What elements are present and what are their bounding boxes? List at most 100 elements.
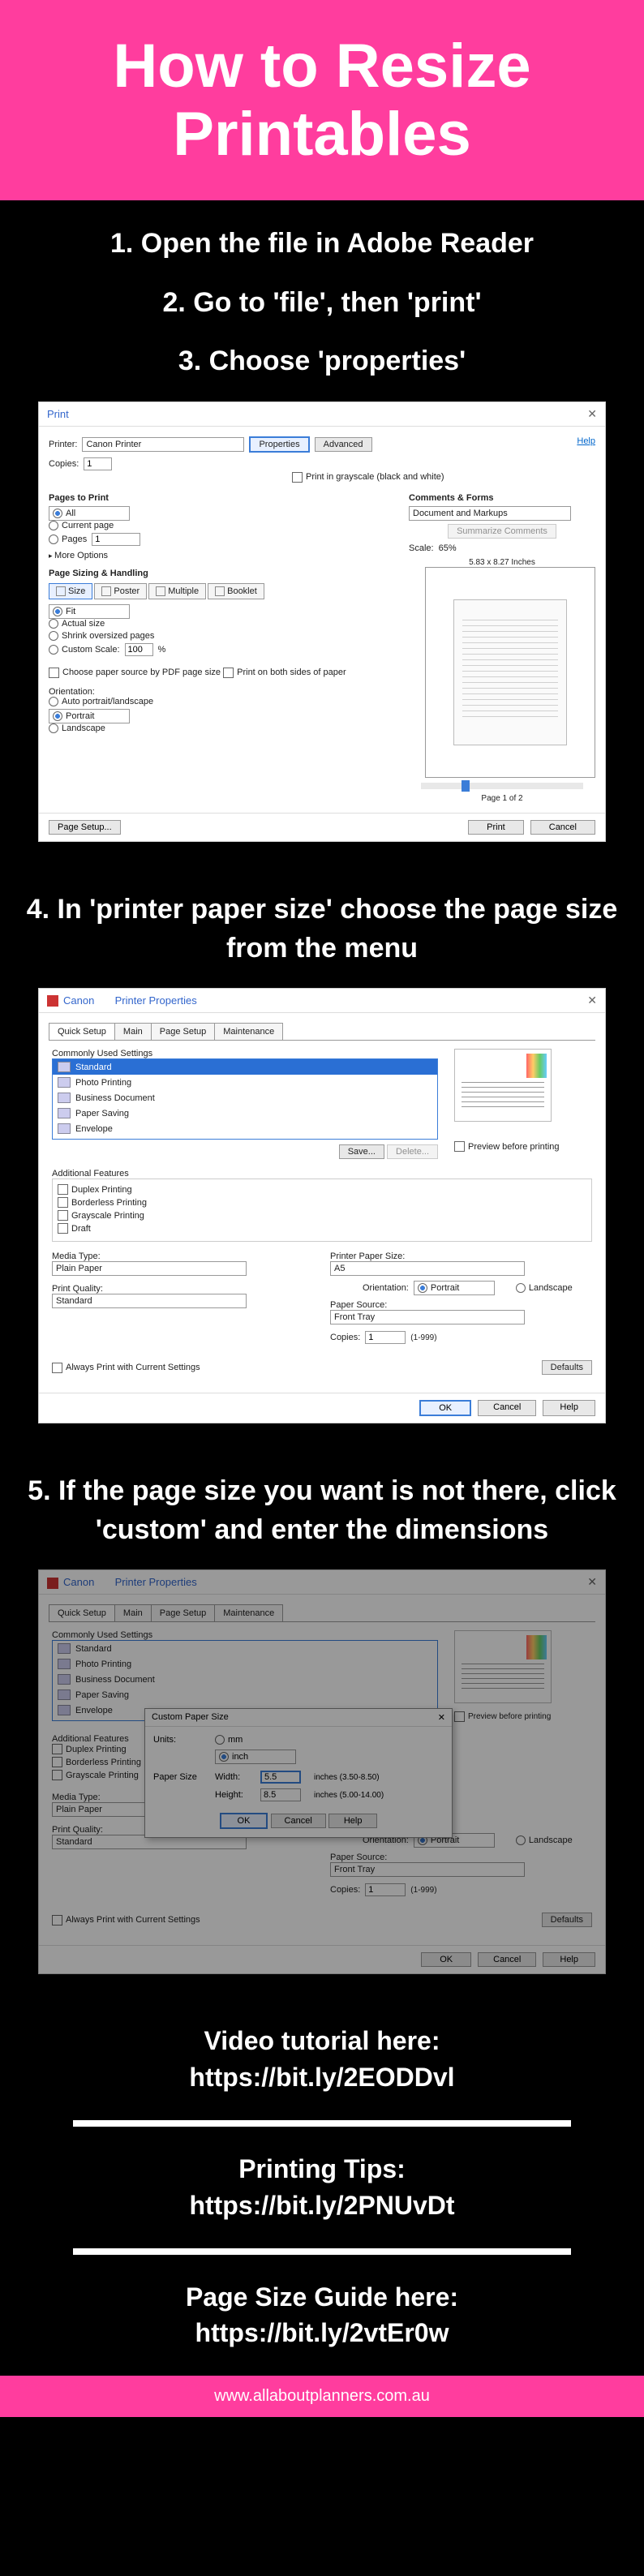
pages-radio[interactable]: Pages xyxy=(49,535,87,544)
footer-links: Video tutorial here: https://bit.ly/2EOD… xyxy=(0,1999,644,2376)
dialog-title: Print xyxy=(47,408,69,420)
copies-label: Copies: xyxy=(330,1333,360,1342)
tab-maintenance[interactable]: Maintenance xyxy=(214,1023,283,1040)
duplex-checkbox[interactable]: Duplex Printing xyxy=(58,1184,132,1195)
multiple-icon xyxy=(156,586,165,596)
all-radio[interactable]: All xyxy=(49,506,130,521)
quality-select[interactable]: Standard xyxy=(52,1294,247,1308)
list-item[interactable]: Envelope xyxy=(53,1121,437,1136)
height-input[interactable] xyxy=(260,1788,301,1801)
poster-icon xyxy=(101,586,111,596)
media-select[interactable]: Plain Paper xyxy=(52,1261,247,1276)
paper-size-label: Paper Size xyxy=(153,1772,210,1782)
custom-scale-radio[interactable]: Custom Scale: xyxy=(49,645,120,655)
tab-main[interactable]: Main xyxy=(114,1604,152,1621)
always-checkbox[interactable]: Always Print with Current Settings xyxy=(52,1363,200,1373)
list-item[interactable]: Business Document xyxy=(53,1090,437,1106)
defaults-button[interactable]: Defaults xyxy=(542,1360,592,1375)
help-link[interactable]: Help xyxy=(577,436,595,446)
save-button[interactable]: Save... xyxy=(339,1144,384,1159)
popup-title: Custom Paper Size xyxy=(152,1712,229,1723)
landscape-radio[interactable]: Landscape xyxy=(516,1283,573,1293)
custom-scale-input[interactable] xyxy=(125,643,153,656)
advanced-button[interactable]: Advanced xyxy=(315,437,372,452)
page-count: Page 1 of 2 xyxy=(409,794,595,803)
portrait-radio[interactable]: Portrait xyxy=(414,1281,495,1295)
close-icon[interactable]: ✕ xyxy=(587,1575,597,1589)
paper-size-select[interactable]: A5 xyxy=(330,1261,525,1276)
width-input[interactable] xyxy=(260,1771,301,1784)
draft-checkbox[interactable]: Draft xyxy=(58,1223,91,1234)
printer-label: Printer: xyxy=(49,440,77,449)
divider xyxy=(73,2120,571,2127)
comments-select[interactable]: Document and Markups xyxy=(409,506,571,521)
copies-input[interactable] xyxy=(84,457,112,470)
list-item[interactable]: Photo Printing xyxy=(53,1075,437,1090)
ok-button[interactable]: OK xyxy=(419,1400,471,1416)
help-button[interactable]: Help xyxy=(328,1814,378,1828)
shrink-radio[interactable]: Shrink oversized pages xyxy=(49,631,154,641)
tab-page-setup[interactable]: Page Setup xyxy=(151,1023,216,1040)
print-dialog: Print ✕ Printer: Canon Printer Propertie… xyxy=(38,401,606,842)
source-select[interactable]: Front Tray xyxy=(330,1310,525,1324)
borderless-checkbox[interactable]: Borderless Printing xyxy=(58,1197,147,1208)
auto-orient-radio[interactable]: Auto portrait/landscape xyxy=(49,697,153,706)
current-radio[interactable]: Current page xyxy=(49,521,114,530)
print-button[interactable]: Print xyxy=(468,820,524,835)
canon-icon xyxy=(47,995,58,1007)
pages-input[interactable] xyxy=(92,533,140,546)
more-options[interactable]: More Options xyxy=(49,551,393,560)
help-button[interactable]: Help xyxy=(543,1400,595,1416)
video-label: Video tutorial here: xyxy=(24,2023,620,2059)
close-icon[interactable]: ✕ xyxy=(438,1712,445,1723)
copies-input[interactable] xyxy=(365,1331,406,1344)
cancel-button[interactable]: Cancel xyxy=(271,1814,326,1828)
custom-size-popup: Custom Paper Size ✕ Units: mm inch Paper… xyxy=(144,1708,453,1838)
grayscale-checkbox[interactable]: Grayscale Printing xyxy=(58,1210,144,1221)
mm-radio[interactable]: mm xyxy=(215,1735,243,1745)
pdf-source-checkbox[interactable]: Choose paper source by PDF page size xyxy=(49,668,221,678)
orientation-label: Orientation: xyxy=(49,687,393,697)
close-icon[interactable]: ✕ xyxy=(587,994,597,1007)
units-label: Units: xyxy=(153,1735,210,1745)
multiple-tab[interactable]: Multiple xyxy=(148,583,206,599)
tab-maintenance[interactable]: Maintenance xyxy=(214,1604,283,1621)
booklet-tab[interactable]: Booklet xyxy=(208,583,264,599)
printer-select[interactable]: Canon Printer xyxy=(82,437,244,452)
preview-checkbox[interactable]: Preview before printing xyxy=(454,1141,560,1152)
tab-quick-setup[interactable]: Quick Setup xyxy=(49,1604,115,1621)
preview-thumbnail xyxy=(454,1049,552,1122)
fit-radio[interactable]: Fit xyxy=(49,604,130,619)
settings-list[interactable]: Standard Photo Printing Business Documen… xyxy=(52,1058,438,1140)
tips-label: Printing Tips: xyxy=(24,2151,620,2187)
tab-quick-setup[interactable]: Quick Setup xyxy=(49,1023,115,1040)
both-sides-checkbox[interactable]: Print on both sides of paper xyxy=(223,668,346,678)
list-item[interactable]: Paper Saving xyxy=(53,1106,437,1121)
ok-button[interactable]: OK xyxy=(220,1813,268,1829)
summarize-button[interactable]: Summarize Comments xyxy=(448,524,556,539)
properties-button[interactable]: Properties xyxy=(249,436,309,453)
close-icon[interactable]: ✕ xyxy=(587,407,597,421)
section-step-5: 5. If the page size you want is not ther… xyxy=(0,1448,644,1999)
orientation-label: Orientation: xyxy=(363,1283,409,1293)
cancel-button[interactable]: Cancel xyxy=(530,820,595,835)
portrait-radio[interactable]: Portrait xyxy=(49,709,130,723)
size-tab[interactable]: Size xyxy=(49,583,92,599)
zoom-slider[interactable] xyxy=(421,783,583,789)
page-setup-button[interactable]: Page Setup... xyxy=(49,820,121,835)
tab-main[interactable]: Main xyxy=(114,1023,152,1040)
section-step-4: 4. In 'printer paper size' choose the pa… xyxy=(0,866,644,1448)
landscape-radio[interactable]: Landscape xyxy=(49,723,105,733)
list-item[interactable]: Standard xyxy=(53,1059,437,1075)
height-label: Height: xyxy=(215,1790,255,1800)
site-url: www.allaboutplanners.com.au xyxy=(0,2376,644,2417)
delete-button[interactable]: Delete... xyxy=(387,1144,438,1159)
tab-page-setup[interactable]: Page Setup xyxy=(151,1604,216,1621)
dims-label: 5.83 x 8.27 Inches xyxy=(409,558,595,567)
grayscale-checkbox[interactable]: Print in grayscale (black and white) xyxy=(292,472,444,483)
poster-tab[interactable]: Poster xyxy=(94,583,147,599)
actual-radio[interactable]: Actual size xyxy=(49,619,105,629)
cancel-button[interactable]: Cancel xyxy=(478,1400,536,1416)
inch-radio[interactable]: inch xyxy=(215,1750,296,1764)
sizing-label: Page Sizing & Handling xyxy=(49,569,393,578)
